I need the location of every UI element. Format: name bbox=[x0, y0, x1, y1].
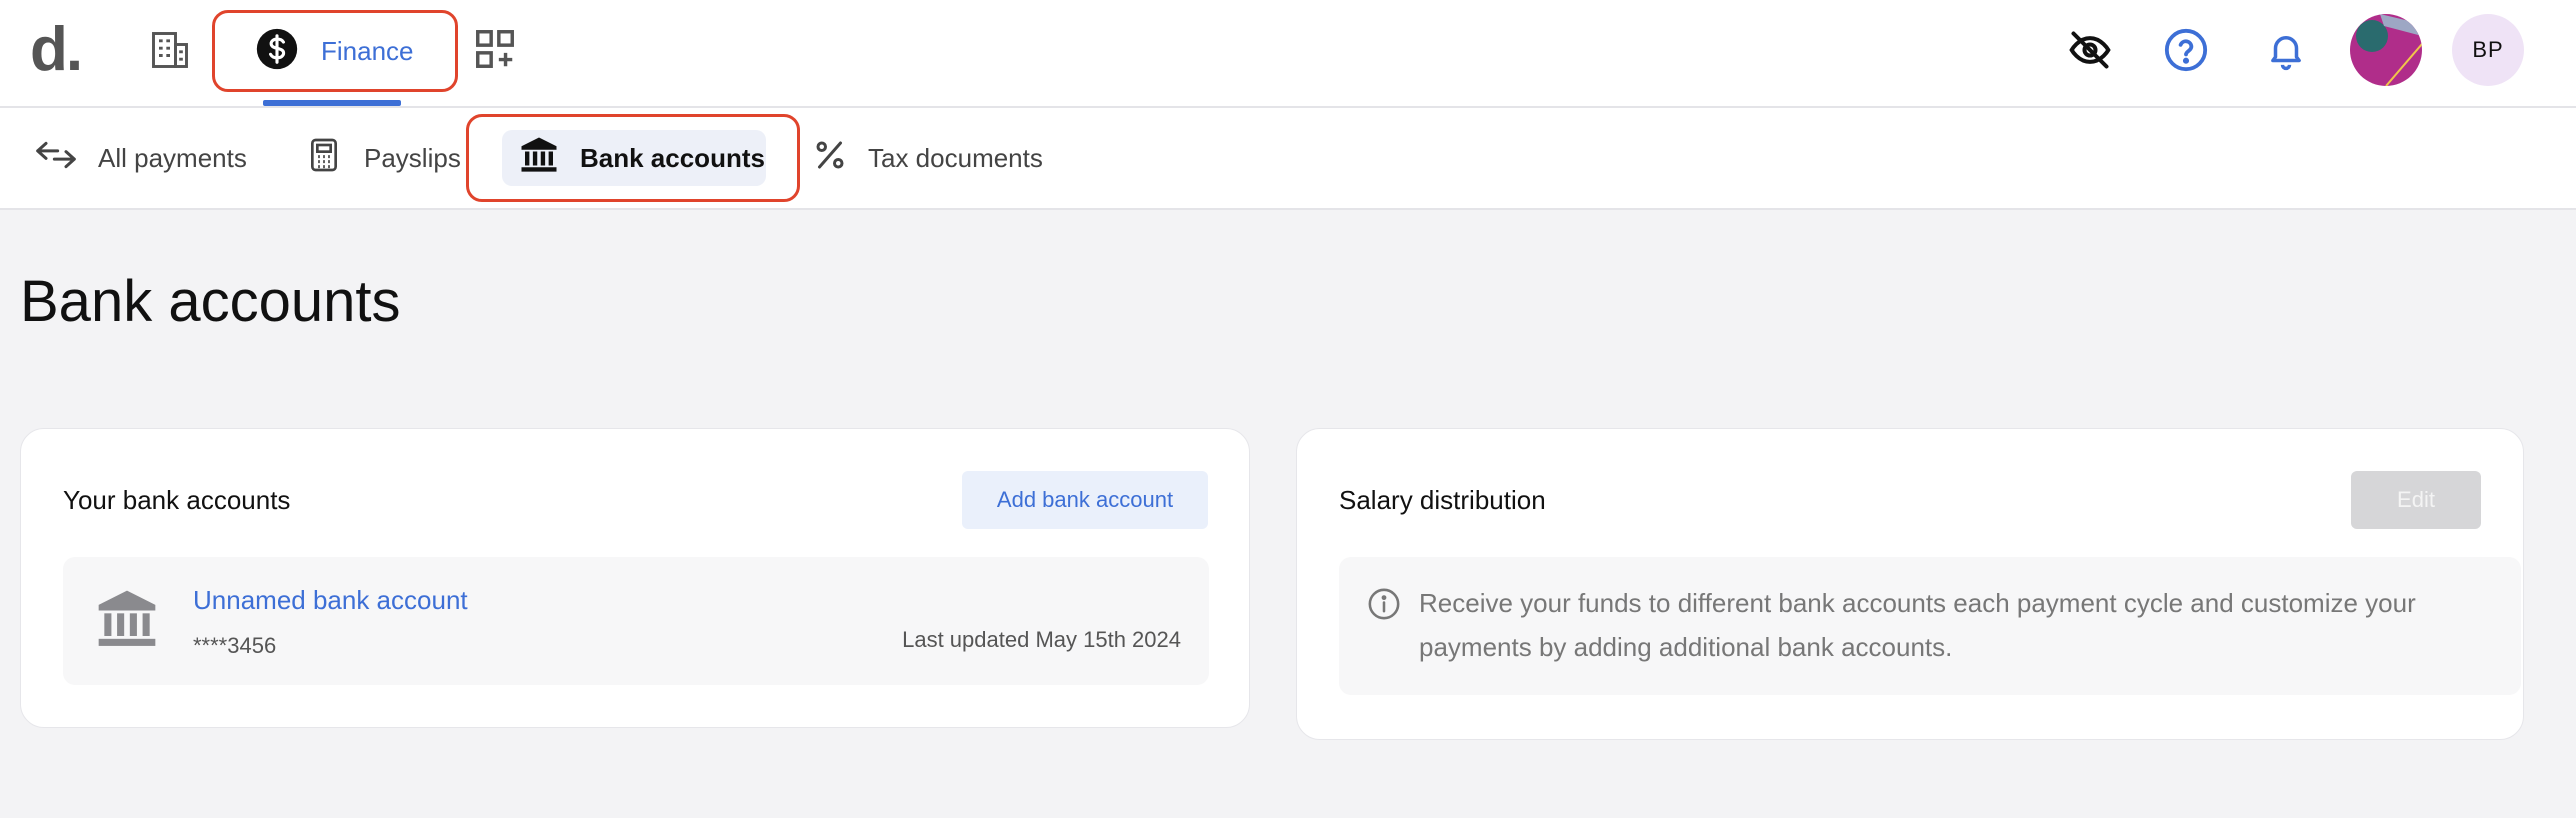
top-bar: d. Finance BP bbox=[0, 0, 2576, 108]
card-title: Salary distribution bbox=[1339, 485, 1546, 515]
finance-tab[interactable]: Finance bbox=[212, 10, 458, 92]
company-avatar[interactable] bbox=[2350, 14, 2422, 86]
bank-account-row[interactable]: Unnamed bank account ****3456 Last updat… bbox=[63, 557, 1209, 685]
bank-account-number: ****3456 bbox=[193, 633, 277, 658]
company-building-icon[interactable] bbox=[146, 26, 194, 74]
subnav-item-label: Tax documents bbox=[868, 142, 1043, 173]
dollar-circle-icon bbox=[255, 27, 299, 76]
hide-eye-icon[interactable] bbox=[2066, 26, 2114, 74]
finance-tab-label: Finance bbox=[321, 35, 414, 66]
bank-account-name-link[interactable]: Unnamed bank account bbox=[193, 585, 468, 616]
subnav-item-all-payments[interactable]: All payments bbox=[34, 108, 247, 208]
subnav-item-label: Bank accounts bbox=[580, 142, 765, 173]
transfer-arrows-icon bbox=[34, 135, 78, 182]
help-icon[interactable] bbox=[2162, 26, 2210, 74]
salary-info-box: Receive your funds to different bank acc… bbox=[1339, 557, 2521, 695]
subnav-item-payslips[interactable]: Payslips bbox=[304, 108, 461, 208]
app-logo[interactable]: d. bbox=[30, 14, 83, 85]
bank-icon bbox=[93, 585, 161, 658]
percent-icon bbox=[812, 136, 848, 181]
subnav-item-label: All payments bbox=[98, 142, 247, 173]
page-title: Bank accounts bbox=[20, 269, 401, 334]
salary-info-text: Receive your funds to different bank acc… bbox=[1419, 588, 2416, 662]
user-avatar[interactable]: BP bbox=[2452, 14, 2524, 86]
salary-distribution-card: Salary distribution Edit Receive your fu… bbox=[1296, 428, 2524, 740]
subnav-item-bank-accounts[interactable]: Bank accounts bbox=[518, 108, 765, 208]
payslip-calculator-icon bbox=[304, 134, 344, 183]
info-icon bbox=[1367, 587, 1401, 626]
subnav-item-label: Payslips bbox=[364, 142, 461, 173]
bank-accounts-card: Your bank accounts Add bank account Unna… bbox=[20, 428, 1250, 728]
active-tab-indicator bbox=[263, 100, 401, 106]
edit-button[interactable]: Edit bbox=[2351, 471, 2481, 529]
add-bank-account-button[interactable]: Add bank account bbox=[962, 471, 1208, 529]
subnav-item-tax-documents[interactable]: Tax documents bbox=[812, 108, 1043, 208]
apps-add-icon[interactable] bbox=[470, 24, 520, 74]
finance-subnav: All payments Payslips Bank accounts Tax … bbox=[0, 108, 2576, 210]
notifications-bell-icon[interactable] bbox=[2262, 26, 2310, 74]
card-title: Your bank accounts bbox=[63, 485, 291, 515]
bank-icon bbox=[518, 134, 560, 183]
bank-account-last-updated: Last updated May 15th 2024 bbox=[902, 627, 1181, 652]
